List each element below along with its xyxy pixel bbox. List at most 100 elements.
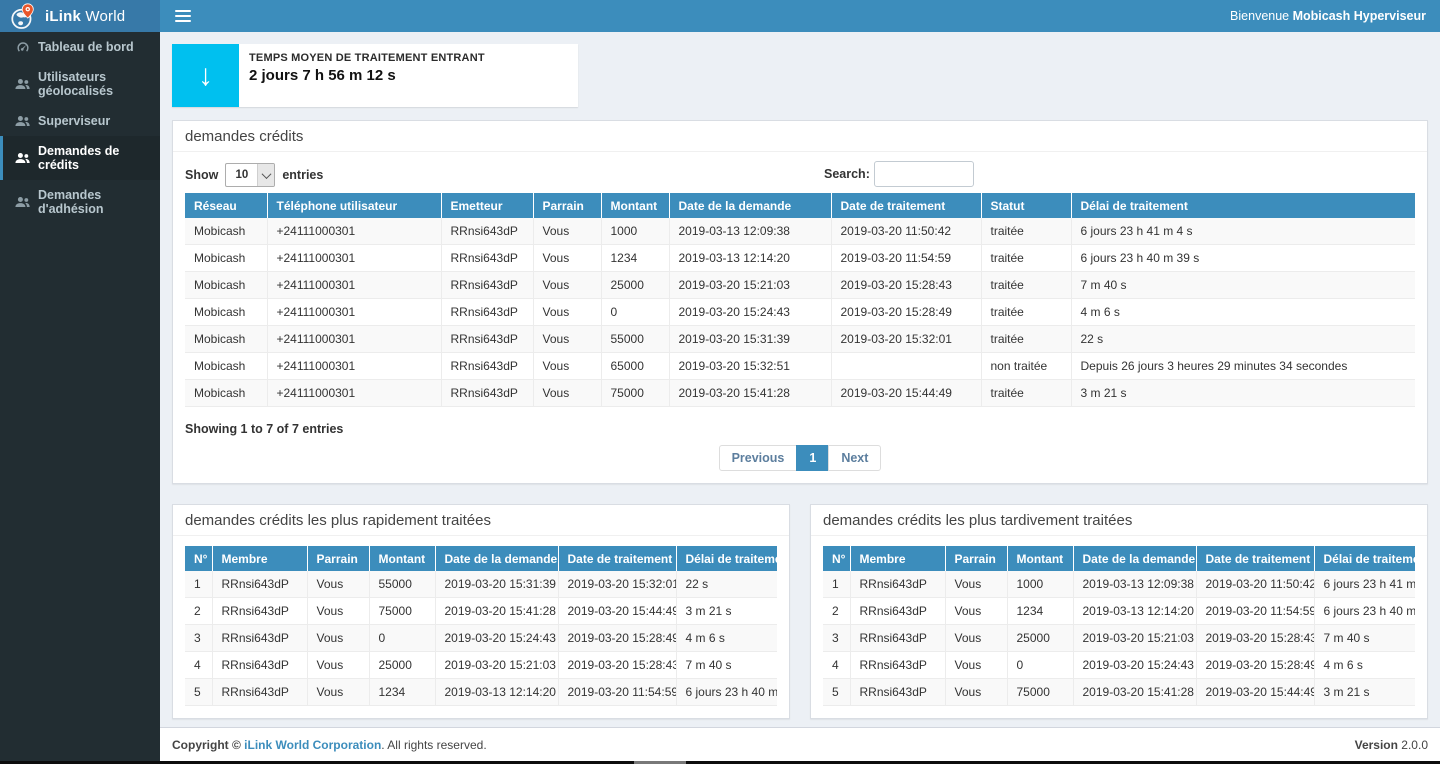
dashboard-icon [15, 41, 30, 53]
column-header[interactable]: Emetteur [441, 193, 533, 218]
pagination-previous-button[interactable]: Previous [719, 445, 798, 471]
pagination-page-1-button[interactable]: 1 [796, 445, 829, 471]
table-cell: 3 [185, 625, 212, 652]
sidebar-item-label: Utilisateurs géolocalisés [38, 70, 152, 98]
column-header[interactable]: Montant [369, 546, 435, 571]
infobox-content: TEMPS MOYEN DE TRAITEMENT ENTRANT 2 jour… [239, 44, 495, 107]
table-cell: 2019-03-20 15:21:03 [1073, 625, 1196, 652]
table-cell: 2019-03-20 15:24:43 [435, 625, 558, 652]
table-cell: 1000 [601, 218, 669, 245]
table-cell: RRnsi643dP [441, 326, 533, 353]
column-header[interactable]: Parrain [533, 193, 601, 218]
table-cell: 3 [823, 625, 850, 652]
table-cell: +24111000301 [267, 272, 441, 299]
column-header[interactable]: Délai de traitement [676, 546, 777, 571]
company-link[interactable]: iLink World Corporation [244, 738, 381, 752]
column-header[interactable]: Date de la demande [1073, 546, 1196, 571]
column-header[interactable]: Date de traitement [1196, 546, 1314, 571]
page-length-select[interactable]: 10 [225, 163, 275, 187]
column-header[interactable]: Téléphone utilisateur [267, 193, 441, 218]
table-cell: 4 m 6 s [676, 625, 777, 652]
table-cell: 2019-03-20 15:28:49 [1196, 652, 1314, 679]
column-header[interactable]: Statut [981, 193, 1071, 218]
table-cell: RRnsi643dP [850, 652, 945, 679]
table-cell: Vous [945, 598, 1007, 625]
column-header[interactable]: Réseau [185, 193, 267, 218]
table-header-row: N°MembreParrainMontantDate de la demande… [185, 546, 777, 571]
column-header[interactable]: Date de la demande [435, 546, 558, 571]
credits-panel-body: Show 10 entries Search: [173, 152, 1427, 483]
table-cell: RRnsi643dP [441, 380, 533, 407]
table-cell: Mobicash [185, 272, 267, 299]
table-cell: Vous [533, 353, 601, 380]
table-cell: 25000 [369, 652, 435, 679]
table-cell: RRnsi643dP [441, 245, 533, 272]
table-cell: Vous [945, 679, 1007, 706]
top-bar: iLink World Bienvenue Mobicash Hypervise… [0, 0, 1440, 32]
table-cell: Vous [307, 652, 369, 679]
app-logo[interactable]: iLink World [0, 0, 160, 32]
sidebar-item-demandes-adhesion[interactable]: Demandes d'adhésion [0, 180, 160, 224]
column-header[interactable]: Date de traitement [831, 193, 981, 218]
table-cell: Depuis 26 jours 3 heures 29 minutes 34 s… [1071, 353, 1415, 380]
search-input[interactable] [874, 161, 974, 187]
table-row: Mobicash+24111000301RRnsi643dPVous123420… [185, 245, 1415, 272]
column-header[interactable]: N° [185, 546, 212, 571]
column-header[interactable]: Délai de traitement [1071, 193, 1415, 218]
table-cell: 75000 [601, 380, 669, 407]
sidebar-item-tableau-de-bord[interactable]: Tableau de bord [0, 32, 160, 62]
table-row: 5RRnsi643dPVous12342019-03-13 12:14:2020… [185, 679, 777, 706]
table-cell: Vous [533, 272, 601, 299]
table-cell: 2019-03-20 15:44:49 [831, 380, 981, 407]
globe-pin-logo-icon [10, 3, 36, 30]
table-cell: 3 m 21 s [676, 598, 777, 625]
table-cell: RRnsi643dP [441, 299, 533, 326]
column-header[interactable]: Membre [212, 546, 307, 571]
panel-title: demandes crédits les plus rapidement tra… [173, 505, 789, 536]
table-cell: 5 [185, 679, 212, 706]
search-label: Search: [824, 167, 870, 181]
column-header[interactable]: Montant [601, 193, 669, 218]
column-header[interactable]: Délai de traitement [1314, 546, 1415, 571]
column-header[interactable]: Membre [850, 546, 945, 571]
table-cell: Vous [307, 598, 369, 625]
table-cell: 7 m 40 s [676, 652, 777, 679]
column-header[interactable]: Date de traitement [558, 546, 676, 571]
fastest-table: N°MembreParrainMontantDate de la demande… [185, 546, 777, 706]
pagination: Previous 1 Next [185, 445, 1415, 471]
sidebar-item-label: Demandes de crédits [38, 144, 152, 172]
search-control: Search: [824, 161, 974, 187]
sidebar-item-utilisateurs-geolocalises[interactable]: Utilisateurs géolocalisés [0, 62, 160, 106]
table-cell: 2 [185, 598, 212, 625]
users-icon [15, 152, 30, 164]
table-cell: traitée [981, 245, 1071, 272]
table-cell: +24111000301 [267, 380, 441, 407]
table-cell: 2019-03-20 15:32:01 [558, 571, 676, 598]
main-area: ↓ TEMPS MOYEN DE TRAITEMENT ENTRANT 2 jo… [160, 32, 1440, 764]
table-cell: +24111000301 [267, 218, 441, 245]
table-cell: 2019-03-20 11:54:59 [831, 245, 981, 272]
menu-toggle-icon[interactable] [175, 10, 191, 22]
column-header[interactable]: Parrain [945, 546, 1007, 571]
table-cell: Mobicash [185, 218, 267, 245]
credits-table: RéseauTéléphone utilisateurEmetteurParra… [185, 193, 1415, 407]
table-cell: 2019-03-13 12:14:20 [669, 245, 831, 272]
table-cell: 2019-03-20 15:32:01 [831, 326, 981, 353]
table-cell: 2019-03-20 15:31:39 [669, 326, 831, 353]
column-header[interactable]: N° [823, 546, 850, 571]
table-cell: 3 m 21 s [1071, 380, 1415, 407]
table-cell: +24111000301 [267, 326, 441, 353]
column-header[interactable]: Montant [1007, 546, 1073, 571]
table-row: Mobicash+24111000301RRnsi643dPVous650002… [185, 353, 1415, 380]
column-header[interactable]: Parrain [307, 546, 369, 571]
table-cell: 5 [823, 679, 850, 706]
sidebar-item-demandes-de-credits[interactable]: Demandes de crédits [0, 136, 160, 180]
pagination-next-button[interactable]: Next [828, 445, 881, 471]
table-cell: Vous [533, 326, 601, 353]
table-cell: 2019-03-20 15:44:49 [558, 598, 676, 625]
sidebar-item-superviseur[interactable]: Superviseur [0, 106, 160, 136]
table-cell: 1234 [369, 679, 435, 706]
table-header-row: RéseauTéléphone utilisateurEmetteurParra… [185, 193, 1415, 218]
table-cell: 2019-03-20 15:21:03 [435, 652, 558, 679]
column-header[interactable]: Date de la demande [669, 193, 831, 218]
